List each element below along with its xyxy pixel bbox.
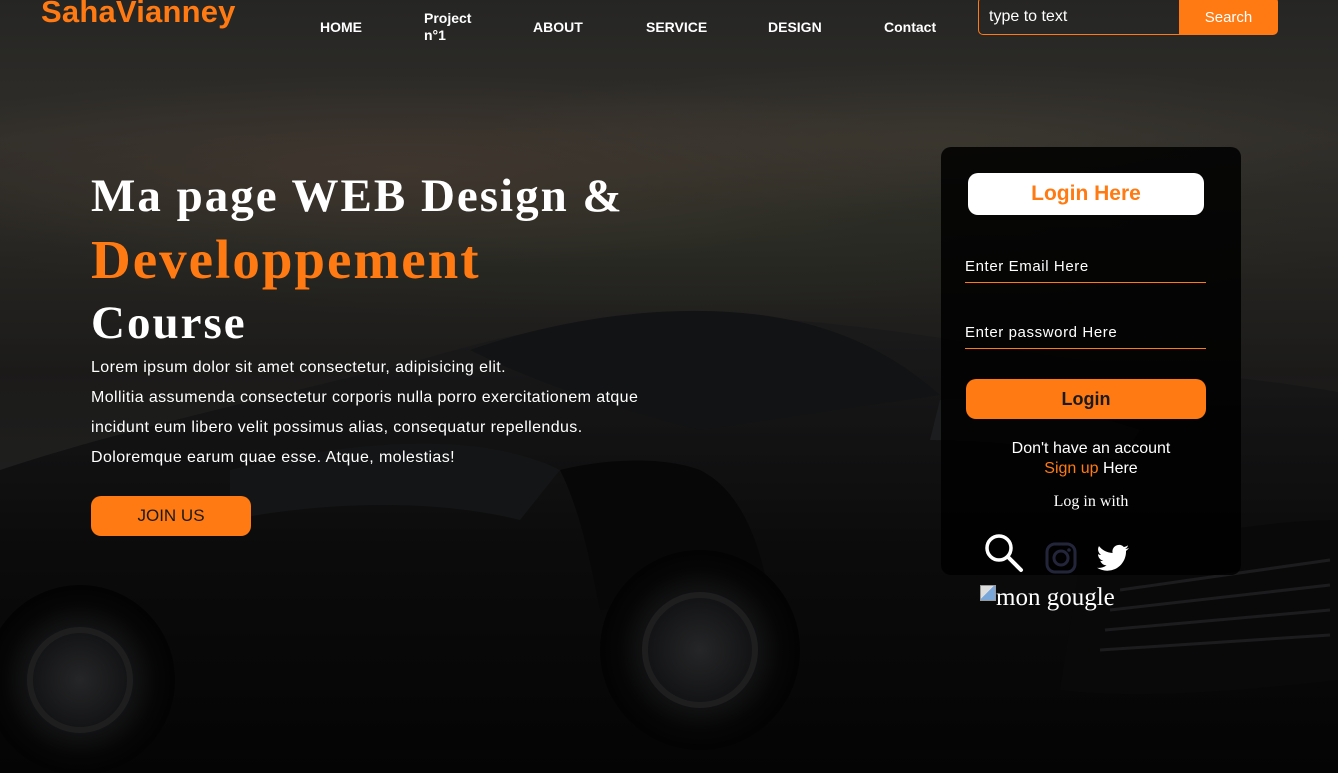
hero-title: Ma page WEB Design & Developpement Cours… bbox=[91, 170, 624, 353]
broken-image-icon bbox=[980, 585, 996, 601]
hero-paragraph-line: Doloremque earum quae esse. Atque, moles… bbox=[91, 449, 455, 466]
hero-title-line-1: Ma page WEB Design & bbox=[91, 170, 624, 222]
login-title: Login Here bbox=[968, 173, 1204, 215]
twitter-icon[interactable] bbox=[1096, 544, 1130, 574]
log-in-with-label: Log in with bbox=[1053, 493, 1129, 510]
hero-title-line-2: Developpement bbox=[91, 229, 481, 290]
signup-suffix: Here bbox=[1098, 460, 1138, 477]
password-field[interactable] bbox=[965, 317, 1206, 349]
signup-prompt: Don't have an account Sign up Here bbox=[941, 439, 1241, 479]
login-button[interactable]: Login bbox=[966, 379, 1206, 419]
nav-project[interactable]: Project n°1 bbox=[424, 10, 480, 44]
broken-image: mon gougle bbox=[980, 584, 1115, 612]
search-input[interactable] bbox=[978, 0, 1180, 35]
search-button[interactable]: Search bbox=[1179, 0, 1278, 35]
search-bar: Search bbox=[978, 0, 1278, 35]
hero-title-line-3: Course bbox=[91, 297, 247, 349]
site-logo[interactable]: SahaVianney bbox=[41, 0, 236, 30]
signup-link[interactable]: Sign up bbox=[1044, 460, 1098, 477]
nav-service[interactable]: SERVICE bbox=[646, 19, 707, 35]
join-us-button[interactable]: JOIN US bbox=[91, 496, 251, 536]
nav-design[interactable]: DESIGN bbox=[768, 19, 822, 35]
login-panel: Login Here Login Don't have an account S… bbox=[941, 147, 1241, 575]
email-field[interactable] bbox=[965, 251, 1206, 283]
hero-paragraph-line: incidunt eum libero velit possimus alias… bbox=[91, 419, 583, 436]
hero-paragraph: Lorem ipsum dolor sit amet consectetur, … bbox=[91, 353, 731, 473]
no-account-text: Don't have an account bbox=[1011, 440, 1171, 457]
hero-paragraph-line: Mollitia assumenda consectetur corporis … bbox=[91, 389, 639, 406]
nav-contact[interactable]: Contact bbox=[884, 19, 936, 35]
nav-about[interactable]: ABOUT bbox=[533, 19, 583, 35]
search-icon[interactable] bbox=[983, 532, 1025, 574]
nav-home[interactable]: HOME bbox=[320, 19, 362, 35]
instagram-icon[interactable] bbox=[1045, 542, 1077, 574]
broken-image-alt-text: mon gougle bbox=[996, 584, 1115, 611]
hero-paragraph-line: Lorem ipsum dolor sit amet consectetur, … bbox=[91, 359, 506, 376]
